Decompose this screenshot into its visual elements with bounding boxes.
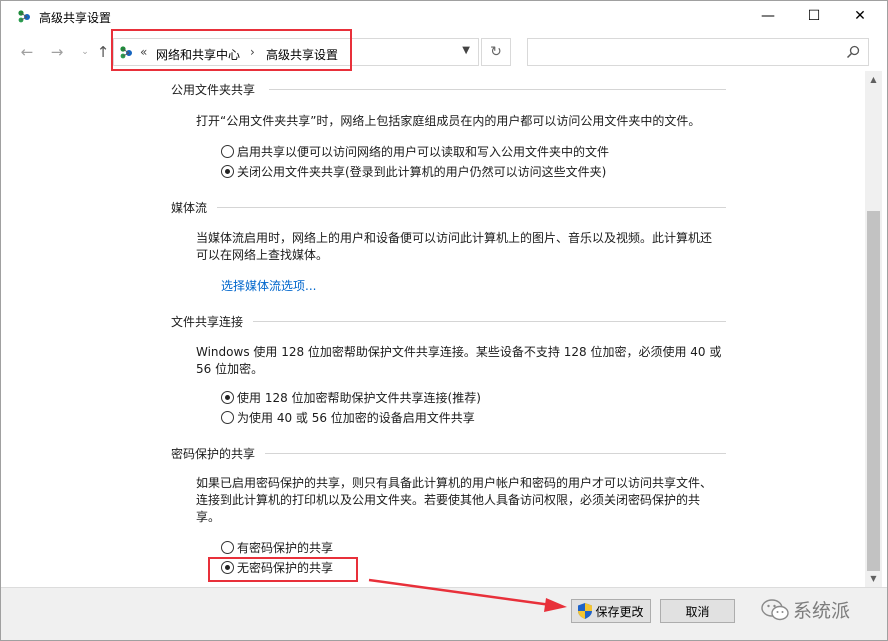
address-highlight-box (111, 29, 352, 71)
section-header-public-folder: 公用文件夹共享 (171, 83, 256, 97)
password-description-line-1: 如果已启用密码保护的共享，则只有具备此计算机的用户帐户和密码的用户才可以访问共享… (196, 476, 713, 490)
radio-button[interactable] (221, 144, 234, 158)
file-sharing-description-line-2: 56 位加密。 (196, 362, 264, 376)
title-bar: 高级共享设置 — ☐ ✕ (1, 1, 887, 31)
radio-button[interactable] (221, 410, 234, 424)
radio-label: 启用共享以便可以访问网络的用户可以读取和写入公用文件夹中的文件 (237, 144, 610, 159)
save-changes-button[interactable]: 保存更改 (571, 599, 651, 623)
scroll-up-arrow-icon[interactable]: ▲ (865, 71, 882, 88)
password-description-line-2: 连接到此计算机的打印机以及公用文件夹。若要使其他人具备访问权限，必须关闭密码保护… (196, 493, 701, 507)
wechat-icon (761, 598, 789, 620)
back-button[interactable]: ← (17, 42, 37, 62)
radio-label: 有密码保护的共享 (237, 540, 334, 555)
refresh-button[interactable]: ↻ (481, 38, 511, 66)
forward-button[interactable]: → (47, 42, 67, 62)
up-button[interactable]: ↑ (93, 42, 113, 62)
maximize-button[interactable]: ☐ (791, 1, 837, 31)
section-header-file-sharing: 文件共享连接 (171, 315, 244, 329)
radio-password-protected[interactable]: 有密码保护的共享 (221, 538, 333, 556)
public-folder-description: 打开“公用文件夹共享”时，网络上包括家庭组成员在内的用户都可以访问公用文件夹中的… (196, 114, 701, 128)
watermark-text: 系统派 (793, 600, 851, 622)
section-header-media: 媒体流 (171, 201, 208, 215)
media-description-line-2: 可以在网络上查找媒体。 (196, 248, 329, 262)
network-app-icon (18, 10, 30, 23)
section-divider (269, 89, 726, 90)
dialog-footer: 保存更改 取消 系统派 (1, 587, 887, 640)
close-button[interactable]: ✕ (837, 1, 883, 31)
save-button-label: 保存更改 (595, 604, 644, 619)
watermark: 系统派 (761, 596, 850, 623)
cancel-button[interactable]: 取消 (660, 599, 735, 623)
radio-label: 为使用 40 或 56 位加密的设备启用文件共享 (237, 410, 475, 425)
settings-content: 公用文件夹共享 打开“公用文件夹共享”时，网络上包括家庭组成员在内的用户都可以访… (1, 71, 865, 587)
radio-button[interactable] (221, 390, 234, 404)
address-dropdown-icon[interactable]: ▼ (462, 45, 470, 56)
media-streaming-options-link[interactable]: 选择媒体流选项... (221, 277, 316, 294)
scroll-thumb[interactable] (867, 211, 880, 571)
media-description-line-1: 当媒体流启用时，网络上的用户和设备便可以访问此计算机上的图片、音乐以及视频。此计… (196, 231, 713, 245)
radio-40-56-bit-encryption[interactable]: 为使用 40 或 56 位加密的设备启用文件共享 (221, 408, 475, 426)
section-divider (265, 453, 726, 454)
search-icon (846, 45, 860, 59)
search-input[interactable] (527, 38, 869, 66)
file-sharing-description-line-1: Windows 使用 128 位加密帮助保护文件共享连接。某些设备不支持 128… (196, 345, 722, 359)
radio-label: 使用 128 位加密帮助保护文件共享连接(推荐) (237, 390, 481, 405)
radio-enable-public-folder[interactable]: 启用共享以便可以访问网络的用户可以读取和写入公用文件夹中的文件 (221, 142, 609, 160)
vertical-scrollbar[interactable]: ▲ ▼ (865, 71, 882, 587)
password-description-line-3: 享。 (196, 510, 221, 524)
radio-button[interactable] (221, 164, 234, 178)
uac-shield-icon (578, 603, 593, 619)
advanced-sharing-window: 高级共享设置 — ☐ ✕ ← → ⌄ ↑ « 网络和共享中心 › 高级共享设置 … (0, 0, 888, 641)
section-divider (217, 207, 726, 208)
recent-locations-button[interactable]: ⌄ (75, 42, 95, 62)
scroll-down-arrow-icon[interactable]: ▼ (865, 570, 882, 587)
radio-button[interactable] (221, 540, 234, 554)
radio-label: 关闭公用文件夹共享(登录到此计算机的用户仍然可以访问这些文件夹) (237, 164, 607, 179)
minimize-button[interactable]: — (745, 1, 791, 31)
radio-128-bit-encryption[interactable]: 使用 128 位加密帮助保护文件共享连接(推荐) (221, 388, 481, 406)
radio-disable-public-folder[interactable]: 关闭公用文件夹共享(登录到此计算机的用户仍然可以访问这些文件夹) (221, 162, 606, 180)
section-divider (253, 321, 726, 322)
window-title: 高级共享设置 (39, 11, 112, 25)
section-header-password: 密码保护的共享 (171, 447, 256, 461)
radio-highlight-box (208, 557, 358, 582)
